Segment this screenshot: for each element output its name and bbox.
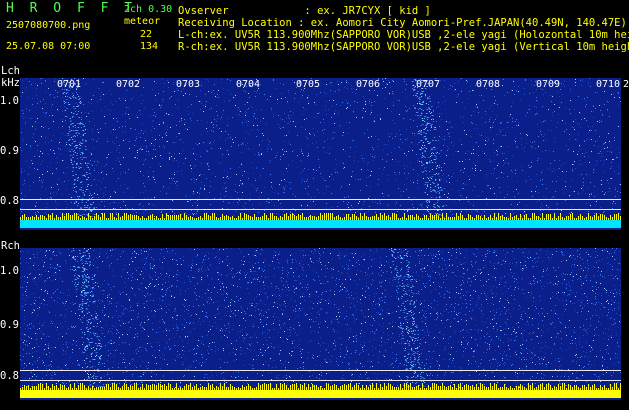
receiving-location-info: Receiving Location : ex. Aomori City Aom… [178, 17, 627, 29]
time-tick-0706: 0706 [356, 79, 381, 90]
lch-right-margin [621, 78, 629, 230]
meteor-count-lch: 22 [140, 29, 153, 40]
time-tick-0703: 0703 [176, 79, 201, 90]
baseline-band [20, 213, 621, 228]
time-tick-0704: 0704 [236, 79, 261, 90]
time-tick-0710: 0710 [596, 79, 621, 90]
time-tick-0705: 0705 [296, 79, 321, 90]
meteor-label: meteor [124, 16, 161, 27]
rch-ytick-1-0: 1.0 [0, 265, 19, 277]
lch-receiver-info: L-ch:ex. UV5R 113.900Mhz(SAPPORO VOR)USB… [178, 29, 629, 41]
rch-ytick-0-9: 0.9 [0, 319, 19, 331]
noise-texture [20, 78, 621, 218]
app-title: H R O F F T [6, 1, 137, 16]
rch-channel-label: Rch [1, 240, 20, 252]
rch-waterfall [20, 248, 621, 400]
rch-ytick-0-8: 0.8 [0, 370, 19, 382]
rch-receiver-info: R-ch:ex. UV5R 113.900Mhz(SAPPORO VOR)USB… [178, 41, 629, 53]
rch-waterfall-canvas [20, 248, 621, 398]
lch-channel-label: Lch [1, 65, 20, 77]
lch-waterfall-canvas [20, 78, 621, 228]
observer-info: Ovserver : ex. JR7CYX [ kid ] [178, 5, 431, 17]
time-axis: 0701 0702 0703 0704 0705 0706 0707 0708 … [20, 79, 629, 91]
lch-waterfall [20, 78, 621, 230]
capture-datetime: 25.07.08 07:00 [6, 41, 91, 52]
lch-ytick-0-8: 0.8 [0, 195, 19, 207]
time-tick-tail: 2 [623, 79, 629, 90]
time-tick-0701: 0701 [57, 79, 82, 90]
lch-ytick-1-0: 1.0 [0, 95, 19, 107]
lch-marker-line-lower [20, 209, 621, 210]
baseline-band [20, 383, 621, 398]
lch-marker-line-upper [20, 199, 621, 200]
rch-marker-line-upper [20, 370, 621, 371]
time-tick-0708: 0708 [476, 79, 501, 90]
meteor-count-rch: 134 [140, 41, 159, 52]
lch-ytick-0-9: 0.9 [0, 145, 19, 157]
rch-marker-line-lower [20, 380, 621, 381]
time-tick-0709: 0709 [536, 79, 561, 90]
time-tick-0707: 0707 [416, 79, 441, 90]
version-label: 2ch 0.30 [124, 4, 173, 15]
file-name: 2507080700.png [6, 20, 91, 31]
lch-unit-label: kHz [1, 77, 20, 89]
rch-right-margin [621, 248, 629, 400]
time-tick-0702: 0702 [116, 79, 141, 90]
noise-texture [20, 248, 621, 388]
